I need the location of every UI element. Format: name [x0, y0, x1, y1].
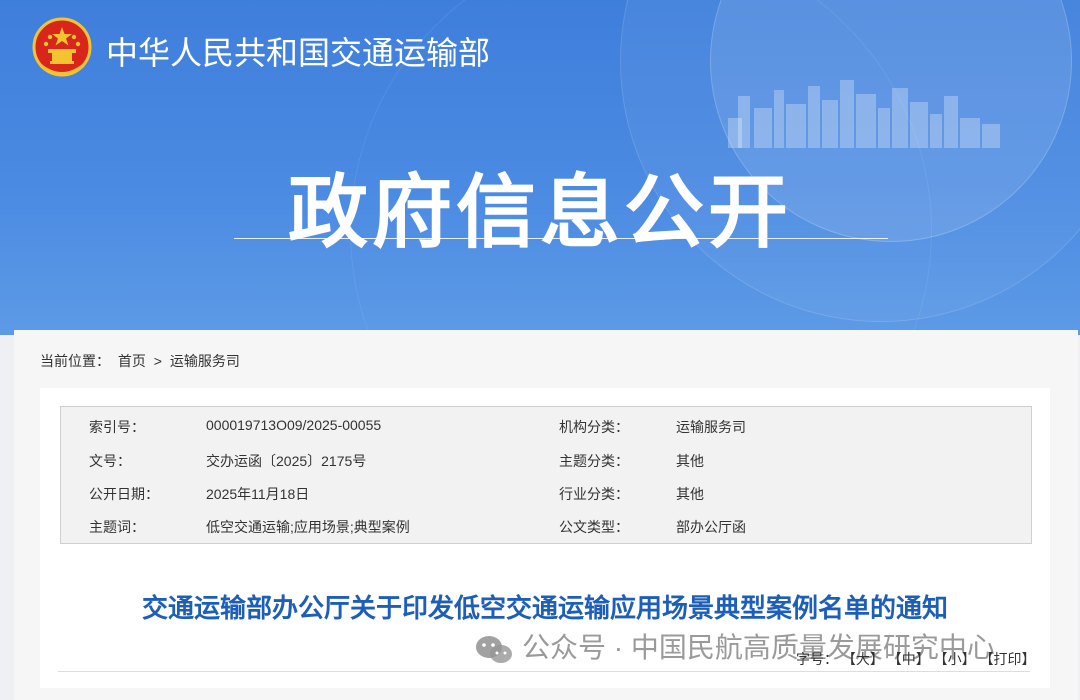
print-button[interactable]: 【打印】	[980, 651, 1036, 667]
metadata-row: 文号： 交办运函〔2025〕2175号 主题分类： 其他	[61, 443, 1031, 476]
font-size-label: 字号：	[796, 651, 838, 667]
meta-label: 公文类型：	[559, 519, 629, 535]
meta-value: 其他	[676, 486, 704, 502]
meta-value: 其他	[676, 453, 704, 469]
meta-label: 主题分类：	[559, 453, 629, 469]
breadcrumb-label: 当前位置：	[40, 353, 110, 369]
meta-value: 交办运函〔2025〕2175号	[206, 453, 367, 469]
font-size-controls: 字号： 【大】 【中】 【小】 【打印】	[796, 649, 1036, 669]
divider	[58, 671, 1030, 672]
meta-label: 主题词：	[89, 519, 145, 535]
meta-label: 机构分类：	[559, 419, 629, 435]
title-underline	[234, 238, 888, 239]
section-title: 政府信息公开	[288, 168, 792, 257]
header-banner: 中华人民共和国交通运输部 政府信息公开	[0, 0, 1080, 335]
metadata-row: 公开日期： 2025年11月18日 行业分类： 其他	[61, 476, 1031, 509]
meta-value: 2025年11月18日	[206, 486, 310, 502]
breadcrumb-home-link[interactable]: 首页	[118, 353, 146, 369]
breadcrumb-current-link[interactable]: 运输服务司	[170, 353, 240, 369]
font-size-large-button[interactable]: 【大】	[842, 651, 884, 667]
breadcrumb-separator: >	[153, 353, 162, 369]
breadcrumb: 当前位置： 首页 > 运输服务司	[40, 351, 244, 371]
city-skyline-icon	[728, 80, 1000, 148]
meta-label: 公开日期：	[89, 486, 159, 502]
meta-value: 部办公厅函	[676, 519, 746, 535]
meta-value: 运输服务司	[676, 419, 746, 435]
wechat-icon	[476, 635, 512, 663]
meta-label: 文号：	[89, 453, 131, 469]
ministry-name[interactable]: 中华人民共和国交通运输部	[106, 28, 490, 74]
font-size-small-button[interactable]: 【小】	[934, 651, 976, 667]
metadata-table: 索引号： 000019713O09/2025-00055 机构分类： 运输服务司…	[60, 406, 1032, 544]
metadata-row: 索引号： 000019713O09/2025-00055 机构分类： 运输服务司	[61, 409, 1031, 442]
document-title: 交通运输部办公厅关于印发低空交通运输应用场景典型案例名单的通知	[141, 593, 948, 623]
metadata-row: 主题词： 低空交通运输;应用场景;典型案例 公文类型： 部办公厅函	[61, 509, 1031, 542]
meta-label: 索引号：	[89, 419, 145, 435]
meta-label: 行业分类：	[559, 486, 629, 502]
meta-value: 000019713O09/2025-00055	[206, 417, 382, 433]
font-size-medium-button[interactable]: 【中】	[888, 651, 930, 667]
meta-value: 低空交通运输;应用场景;典型案例	[206, 519, 410, 535]
national-emblem-icon	[32, 17, 92, 77]
